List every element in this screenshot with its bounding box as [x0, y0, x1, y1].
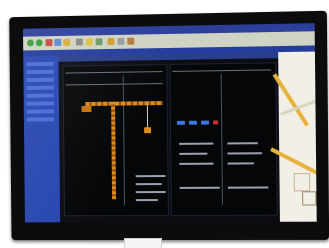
- app-sidebar: [23, 55, 61, 223]
- crane-jib: [85, 101, 163, 107]
- readout-dots: [227, 142, 258, 145]
- map-building: [293, 173, 311, 192]
- crane-view: [62, 63, 169, 217]
- sidebar-item: [26, 117, 55, 122]
- stop-icon: [45, 39, 53, 47]
- crane-hook-block: [144, 127, 152, 134]
- sidebar-item: [26, 85, 54, 90]
- edit-icon: [127, 37, 135, 45]
- forward-icon: [35, 39, 43, 47]
- sidebar-item: [26, 101, 55, 106]
- search-icon: [75, 38, 83, 46]
- grid-line: [172, 69, 272, 72]
- monitoring-panel: [58, 52, 280, 223]
- crane-cable: [146, 105, 149, 128]
- crane-tower: [111, 101, 117, 200]
- readout-dots: [227, 152, 262, 155]
- back-icon: [26, 39, 34, 47]
- readout-dots: [135, 191, 166, 194]
- history-icon: [95, 38, 103, 46]
- grid-line: [220, 74, 224, 205]
- photo-scene: [0, 0, 329, 248]
- alert-indicator: [213, 120, 219, 125]
- readout-dots: [227, 162, 254, 165]
- monitor: [9, 10, 329, 241]
- favorites-icon: [85, 38, 93, 46]
- map-road: [272, 73, 310, 127]
- readout-dots: [227, 186, 269, 189]
- sidebar-item: [26, 77, 54, 83]
- sidebar-item: [26, 69, 54, 75]
- refresh-icon: [54, 38, 62, 46]
- cropped-header-text: [40, 0, 270, 8]
- readout-dots: [179, 186, 220, 189]
- site-map: [270, 51, 317, 222]
- print-icon: [117, 37, 125, 45]
- crane-counterweight: [81, 105, 92, 113]
- readout-dots: [179, 142, 214, 145]
- sidebar-item: [26, 93, 54, 98]
- readout-dots: [135, 183, 162, 186]
- home-icon: [63, 38, 71, 46]
- readout-dots: [135, 199, 158, 202]
- grid-line: [65, 83, 163, 86]
- mail-icon: [107, 37, 115, 46]
- grid-line: [65, 71, 163, 74]
- grid-line: [122, 75, 126, 206]
- sidebar-item: [26, 109, 55, 114]
- map-building: [302, 191, 317, 206]
- readout-dots: [135, 175, 166, 178]
- readout-dots: [179, 152, 208, 155]
- status-indicator: [200, 120, 210, 125]
- status-view: [169, 62, 278, 216]
- status-indicator: [176, 120, 185, 125]
- status-indicator: [188, 120, 198, 125]
- sidebar-item: [26, 61, 54, 67]
- readout-dots: [179, 162, 214, 165]
- monitor-screen: [22, 23, 317, 223]
